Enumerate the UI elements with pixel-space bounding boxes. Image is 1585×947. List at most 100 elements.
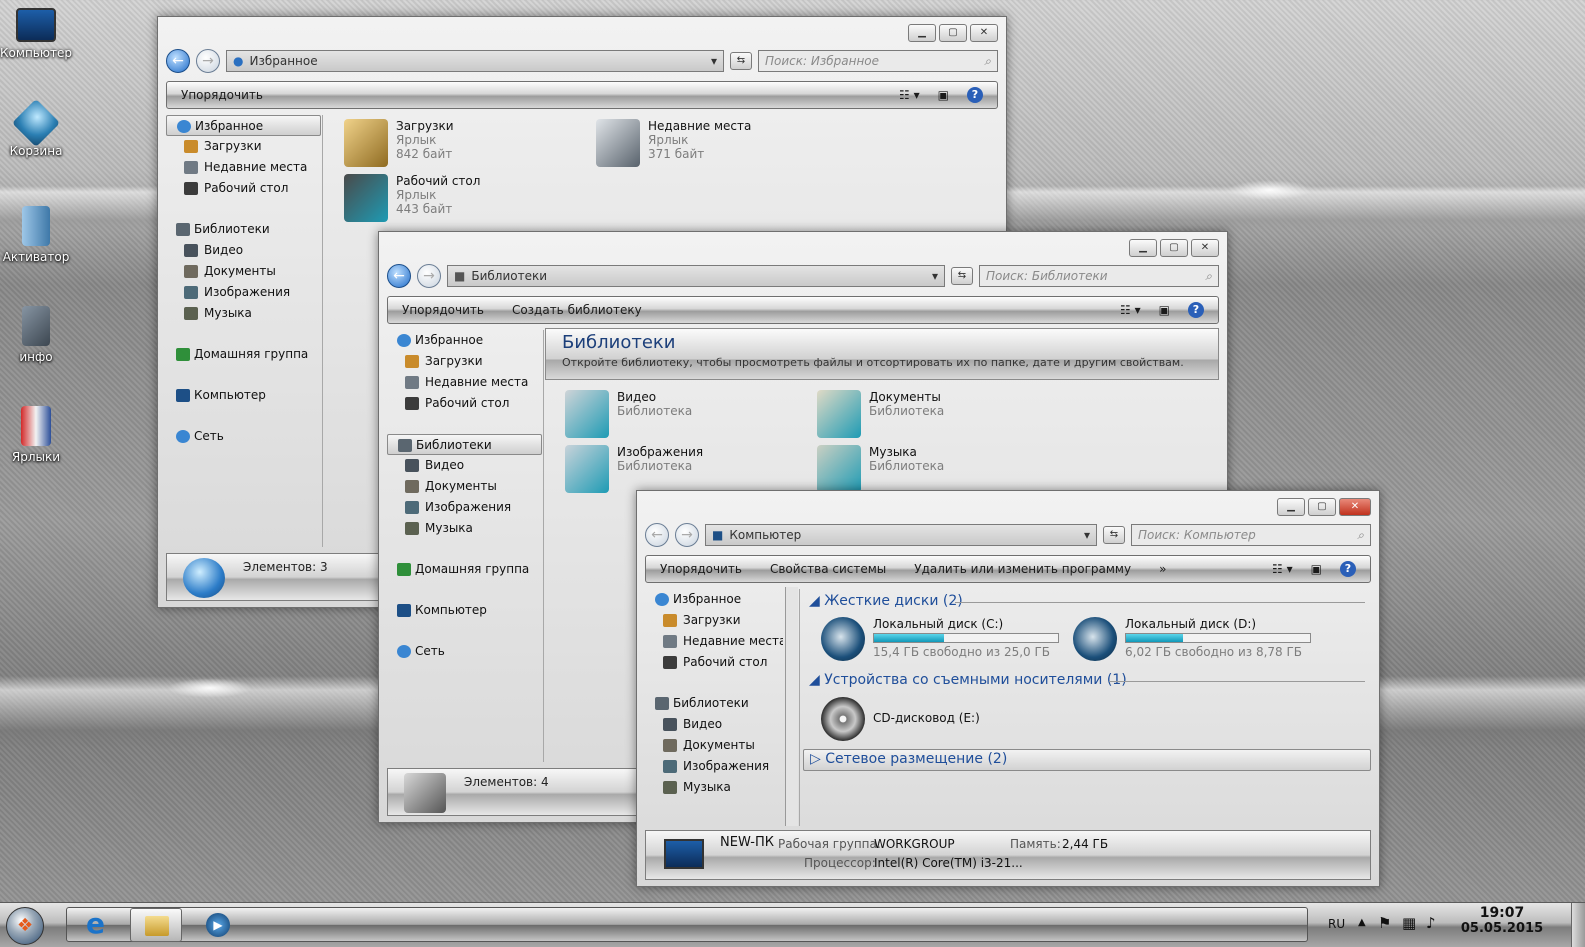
show-desktop-button[interactable] bbox=[1571, 903, 1585, 947]
back-button[interactable]: ← bbox=[645, 523, 669, 547]
address-bar[interactable]: ■ Библиотеки ▾ bbox=[447, 265, 945, 287]
nav-recent[interactable]: Недавние места bbox=[645, 631, 783, 652]
nav-music[interactable]: Музыка bbox=[387, 518, 542, 539]
search-input[interactable]: Поиск: Компьютер ⌕ bbox=[1131, 524, 1371, 546]
drive-item[interactable]: CD-дисковод (E:) bbox=[821, 697, 980, 741]
nav-homegroup[interactable]: Домашняя группа bbox=[387, 559, 542, 580]
search-input[interactable]: Поиск: Избранное ⌕ bbox=[758, 50, 998, 72]
nav-desktop[interactable]: Рабочий стол bbox=[645, 652, 783, 673]
nav-scrollbar[interactable] bbox=[785, 587, 798, 826]
library-item[interactable]: Музыка Библиотека bbox=[817, 445, 944, 493]
nav-libraries[interactable]: Библиотеки bbox=[166, 219, 321, 240]
nav-libraries[interactable]: Библиотеки bbox=[645, 693, 783, 714]
nav-downloads[interactable]: Загрузки bbox=[645, 610, 783, 631]
refresh-button[interactable]: ⇆ bbox=[951, 267, 973, 285]
action-center-flag-icon[interactable]: ⚑ bbox=[1378, 914, 1391, 932]
create-library-button[interactable]: Создать библиотеку bbox=[512, 303, 642, 317]
nav-video[interactable]: Видео bbox=[166, 240, 321, 261]
view-options-icon[interactable]: ☷ ▾ bbox=[1272, 562, 1293, 576]
nav-video[interactable]: Видео bbox=[387, 455, 542, 476]
nav-favorites[interactable]: Избранное bbox=[645, 589, 783, 610]
maximize-button[interactable]: ▢ bbox=[1308, 498, 1336, 516]
nav-network[interactable]: Сеть bbox=[166, 426, 321, 447]
nav-desktop[interactable]: Рабочий стол bbox=[166, 178, 321, 199]
chevron-down-icon[interactable]: ▾ bbox=[932, 269, 938, 283]
nav-computer[interactable]: Компьютер bbox=[166, 385, 321, 406]
back-button[interactable]: ← bbox=[166, 49, 190, 73]
close-button[interactable]: ✕ bbox=[1339, 498, 1371, 516]
nav-desktop[interactable]: Рабочий стол bbox=[387, 393, 542, 414]
nav-favorites[interactable]: Избранное bbox=[387, 330, 542, 351]
clock[interactable]: 19:07 05.05.2015 bbox=[1460, 905, 1544, 936]
section-header-removable[interactable]: ◢ Устройства со съемными носителями (1) bbox=[809, 672, 1127, 688]
nav-homegroup[interactable]: Домашняя группа bbox=[166, 344, 321, 365]
uninstall-program-button[interactable]: Удалить или изменить программу bbox=[914, 562, 1131, 576]
desktop-icon-shortcuts[interactable]: Ярлыки bbox=[0, 406, 72, 464]
nav-music[interactable]: Музыка bbox=[166, 303, 321, 324]
nav-images[interactable]: Изображения bbox=[166, 282, 321, 303]
address-bar[interactable]: ■ Компьютер ▾ bbox=[705, 524, 1097, 546]
organize-menu[interactable]: Упорядочить bbox=[181, 88, 263, 102]
more-commands-button[interactable]: » bbox=[1159, 562, 1166, 576]
help-icon[interactable]: ? bbox=[967, 87, 983, 103]
search-input[interactable]: Поиск: Библиотеки ⌕ bbox=[979, 265, 1219, 287]
system-properties-button[interactable]: Свойства системы bbox=[770, 562, 886, 576]
minimize-button[interactable]: ▁ bbox=[1277, 498, 1305, 516]
drive-item[interactable]: Локальный диск (C:) 15,4 ГБ свободно из … bbox=[821, 617, 1059, 661]
file-item[interactable]: Рабочий стол Ярлык 443 байт bbox=[344, 174, 480, 222]
network-tray-icon[interactable]: ▦ bbox=[1402, 914, 1416, 932]
maximize-button[interactable]: ▢ bbox=[1160, 239, 1188, 257]
nav-network[interactable]: Сеть bbox=[387, 641, 542, 662]
library-item[interactable]: Документы Библиотека bbox=[817, 390, 944, 438]
explorer-window-computer[interactable]: ▁ ▢ ✕ ← → ■ Компьютер ▾ ⇆ Поиск: Компьют… bbox=[636, 490, 1380, 887]
forward-button[interactable]: → bbox=[196, 49, 220, 73]
preview-pane-icon[interactable]: ▣ bbox=[1159, 303, 1170, 317]
desktop-icon-activator[interactable]: Активатор bbox=[0, 206, 72, 264]
nav-documents[interactable]: Документы bbox=[387, 476, 542, 497]
nav-favorites[interactable]: Избранное bbox=[166, 115, 321, 136]
file-item[interactable]: Недавние места Ярлык 371 байт bbox=[596, 119, 751, 167]
nav-images[interactable]: Изображения bbox=[645, 756, 783, 777]
organize-menu[interactable]: Упорядочить bbox=[660, 562, 742, 576]
desktop-icon-info[interactable]: инфо bbox=[0, 306, 72, 364]
section-header-network[interactable]: ▷ Сетевое размещение (2) bbox=[803, 749, 1371, 771]
nav-video[interactable]: Видео bbox=[645, 714, 783, 735]
preview-pane-icon[interactable]: ▣ bbox=[938, 88, 949, 102]
tray-expand-icon[interactable]: ▲ bbox=[1358, 917, 1366, 928]
chevron-down-icon[interactable]: ▾ bbox=[711, 54, 717, 68]
nav-documents[interactable]: Документы bbox=[645, 735, 783, 756]
chevron-down-icon[interactable]: ▾ bbox=[1084, 528, 1090, 542]
drive-item[interactable]: Локальный диск (D:) 6,02 ГБ свободно из … bbox=[1073, 617, 1311, 661]
view-options-icon[interactable]: ☷ ▾ bbox=[899, 88, 920, 102]
desktop-icon-computer[interactable]: Компьютер bbox=[0, 8, 72, 60]
volume-icon[interactable]: ♪ bbox=[1426, 914, 1436, 932]
organize-menu[interactable]: Упорядочить bbox=[402, 303, 484, 317]
maximize-button[interactable]: ▢ bbox=[939, 24, 967, 42]
preview-pane-icon[interactable]: ▣ bbox=[1311, 562, 1322, 576]
address-bar[interactable]: ● Избранное ▾ bbox=[226, 50, 724, 72]
nav-images[interactable]: Изображения bbox=[387, 497, 542, 518]
help-icon[interactable]: ? bbox=[1188, 302, 1204, 318]
forward-button[interactable]: → bbox=[417, 264, 441, 288]
nav-recent[interactable]: Недавние места bbox=[387, 372, 542, 393]
nav-recent[interactable]: Недавние места bbox=[166, 157, 321, 178]
nav-downloads[interactable]: Загрузки bbox=[387, 351, 542, 372]
taskbar-ie-button[interactable]: e bbox=[78, 907, 122, 941]
library-item[interactable]: Видео Библиотека bbox=[565, 390, 692, 438]
view-options-icon[interactable]: ☷ ▾ bbox=[1120, 303, 1141, 317]
minimize-button[interactable]: ▁ bbox=[908, 24, 936, 42]
taskbar-media-player-button[interactable]: ▶ bbox=[204, 911, 234, 939]
library-item[interactable]: Изображения Библиотека bbox=[565, 445, 703, 493]
file-item[interactable]: Загрузки Ярлык 842 байт bbox=[344, 119, 454, 167]
refresh-button[interactable]: ⇆ bbox=[1103, 526, 1125, 544]
nav-libraries[interactable]: Библиотеки bbox=[387, 434, 542, 455]
help-icon[interactable]: ? bbox=[1340, 561, 1356, 577]
nav-computer[interactable]: Компьютер bbox=[387, 600, 542, 621]
minimize-button[interactable]: ▁ bbox=[1129, 239, 1157, 257]
section-header-hard-disks[interactable]: ◢ Жесткие диски (2) bbox=[809, 593, 963, 609]
desktop-icon-recycle-bin[interactable]: Корзина bbox=[0, 98, 72, 158]
close-button[interactable]: ✕ bbox=[1191, 239, 1219, 257]
close-button[interactable]: ✕ bbox=[970, 24, 998, 42]
nav-music[interactable]: Музыка bbox=[645, 777, 783, 798]
language-indicator[interactable]: RU bbox=[1328, 917, 1345, 931]
